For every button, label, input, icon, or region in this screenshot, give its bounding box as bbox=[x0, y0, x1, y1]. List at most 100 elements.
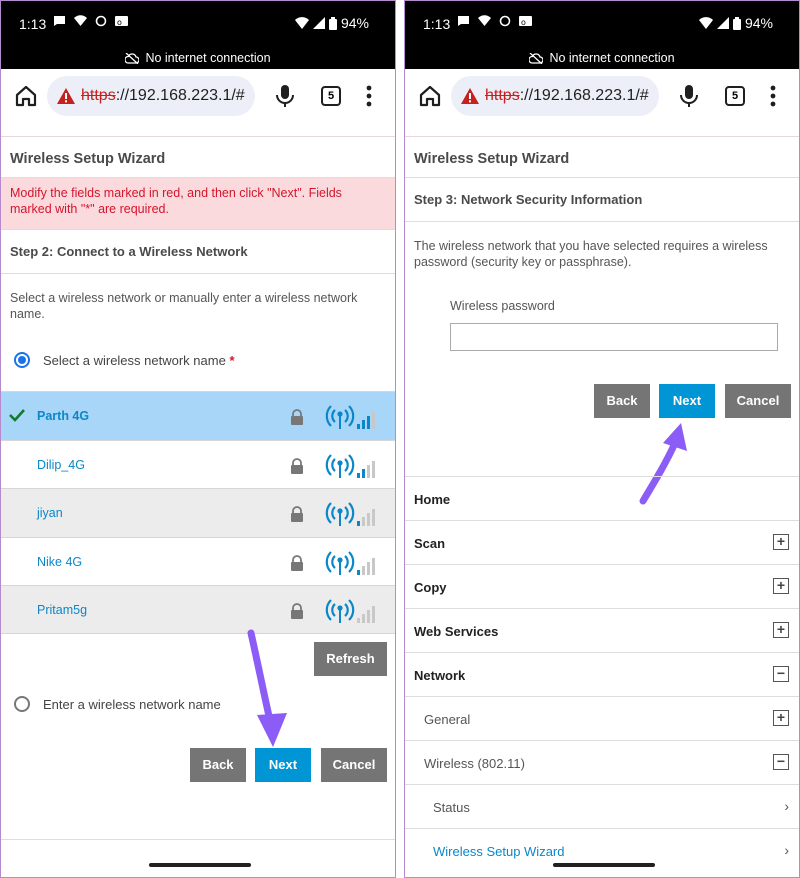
more-menu-icon[interactable] bbox=[359, 83, 379, 109]
network-name: Parth 4G bbox=[37, 409, 90, 423]
menu-label: Scan bbox=[414, 536, 446, 551]
signal-icon bbox=[716, 17, 729, 29]
error-alert: Modify the fields marked in red, and the… bbox=[1, 178, 395, 230]
warning-icon bbox=[461, 88, 479, 104]
svg-text:o: o bbox=[117, 18, 122, 27]
url-rest: ://192.168.223.1/# bbox=[519, 87, 649, 104]
tab-switcher-button[interactable]: 5 bbox=[725, 86, 745, 106]
home-icon[interactable] bbox=[13, 83, 39, 109]
menu-item-network[interactable]: Network − bbox=[405, 652, 799, 696]
password-label: Wireless password bbox=[450, 299, 555, 313]
status-bar: 1:13 o 94% bbox=[1, 1, 395, 47]
wifi-x-icon bbox=[478, 15, 491, 26]
step-description: Select a wireless network or manually en… bbox=[10, 291, 358, 321]
no-internet-banner: No internet connection bbox=[1, 47, 395, 69]
phone-screen-left: 1:13 o 94% No internet connection https … bbox=[0, 0, 396, 878]
select-network-radio[interactable] bbox=[14, 352, 30, 368]
outlook-icon: o bbox=[519, 16, 532, 27]
menu-item-copy[interactable]: Copy + bbox=[405, 564, 799, 608]
no-internet-banner: No internet connection bbox=[405, 47, 799, 69]
menu-item-home[interactable]: Home bbox=[405, 476, 799, 520]
enter-network-radio[interactable] bbox=[14, 696, 30, 712]
lock-icon bbox=[291, 409, 303, 425]
battery-percent: 94% bbox=[340, 15, 369, 31]
expand-icon[interactable]: + bbox=[773, 622, 789, 638]
back-button[interactable]: Back bbox=[190, 748, 246, 782]
lock-icon bbox=[291, 554, 303, 571]
wifi-icon bbox=[294, 17, 309, 29]
next-button[interactable]: Next bbox=[255, 748, 311, 782]
network-list: Parth 4G Dilip_4G jiyan Nike 4G Pritam5g bbox=[1, 391, 395, 634]
checkmark-icon bbox=[9, 409, 25, 422]
svg-text:o: o bbox=[521, 18, 526, 27]
notification-icons: o bbox=[53, 15, 128, 27]
warning-icon bbox=[57, 88, 75, 104]
menu-label: Wireless Setup Wizard bbox=[433, 844, 565, 859]
network-name: Pritam5g bbox=[37, 603, 88, 618]
microphone-icon[interactable] bbox=[677, 83, 701, 109]
status-right: 94% bbox=[698, 15, 773, 31]
expand-icon[interactable]: + bbox=[773, 578, 789, 594]
tab-switcher-button[interactable]: 5 bbox=[321, 86, 341, 106]
signal-strength-icon bbox=[325, 502, 375, 527]
outlook-icon: o bbox=[115, 16, 128, 27]
network-row[interactable]: jiyan bbox=[1, 488, 395, 537]
menu-item-web-services[interactable]: Web Services + bbox=[405, 608, 799, 652]
required-mark: * bbox=[229, 353, 235, 368]
lock-icon bbox=[291, 457, 303, 474]
notification-icons: o bbox=[457, 15, 532, 27]
microphone-icon[interactable] bbox=[273, 83, 297, 109]
next-button[interactable]: Next bbox=[659, 384, 715, 418]
wifi-icon bbox=[698, 17, 713, 29]
signal-strength-icon bbox=[325, 550, 375, 575]
select-network-label: Select a wireless network name * bbox=[43, 353, 235, 368]
battery-icon bbox=[328, 16, 337, 30]
gesture-bar bbox=[149, 863, 251, 867]
chevron-right-icon: › bbox=[784, 842, 789, 858]
cancel-button[interactable]: Cancel bbox=[321, 748, 387, 782]
wizard-content: Wireless Setup Wizard Modify the fields … bbox=[1, 138, 395, 322]
chat-icon bbox=[458, 16, 469, 26]
collapse-icon[interactable]: − bbox=[773, 754, 789, 770]
status-right: 94% bbox=[294, 15, 369, 31]
cancel-button[interactable]: Cancel bbox=[725, 384, 791, 418]
expand-icon[interactable]: + bbox=[773, 710, 789, 726]
side-menu: Home Scan + Copy + Web Services + Network − … bbox=[405, 476, 799, 872]
phone-screen-right: 1:13 o 94% No internet connection https … bbox=[404, 0, 800, 878]
back-button[interactable]: Back bbox=[594, 384, 650, 418]
cloud-off-icon bbox=[529, 52, 544, 64]
enter-network-label: Enter a wireless network name bbox=[43, 697, 221, 712]
sync-icon bbox=[95, 15, 107, 27]
network-row[interactable]: Nike 4G bbox=[1, 536, 395, 586]
more-menu-icon[interactable] bbox=[763, 83, 783, 109]
home-icon[interactable] bbox=[417, 83, 443, 109]
page-top-divider bbox=[405, 123, 799, 137]
menu-item-wireless[interactable]: Wireless (802.11) − bbox=[405, 740, 799, 784]
step-heading: Step 3: Network Security Information bbox=[405, 178, 799, 222]
menu-item-general[interactable]: General + bbox=[405, 696, 799, 740]
step-heading: Step 2: Connect to a Wireless Network bbox=[1, 230, 395, 274]
network-row[interactable]: Parth 4G bbox=[1, 391, 395, 440]
network-row[interactable]: Pritam5g bbox=[1, 585, 395, 634]
wireless-password-input[interactable] bbox=[450, 323, 778, 351]
address-bar[interactable]: https ://192.168.223.1/# bbox=[451, 76, 659, 116]
refresh-button[interactable]: Refresh bbox=[314, 642, 387, 676]
select-network-text: Select a wireless network name bbox=[43, 353, 226, 368]
network-row[interactable]: Dilip_4G bbox=[1, 439, 395, 489]
lock-icon bbox=[291, 603, 303, 620]
url-scheme: https bbox=[485, 87, 520, 104]
network-name: jiyan bbox=[37, 506, 63, 521]
network-name: Nike 4G bbox=[37, 554, 83, 569]
collapse-icon[interactable]: − bbox=[773, 666, 789, 682]
signal-strength-icon bbox=[325, 599, 375, 624]
address-bar[interactable]: https ://192.168.223.1/# bbox=[47, 76, 255, 116]
bottom-divider bbox=[1, 839, 395, 840]
menu-label: Copy bbox=[414, 580, 447, 595]
expand-icon[interactable]: + bbox=[773, 534, 789, 550]
page-top-divider bbox=[1, 123, 395, 137]
menu-item-scan[interactable]: Scan + bbox=[405, 520, 799, 564]
signal-icon bbox=[312, 17, 325, 29]
battery-percent: 94% bbox=[744, 15, 773, 31]
url-rest: ://192.168.223.1/# bbox=[115, 87, 245, 104]
menu-item-status[interactable]: Status › bbox=[405, 784, 799, 828]
